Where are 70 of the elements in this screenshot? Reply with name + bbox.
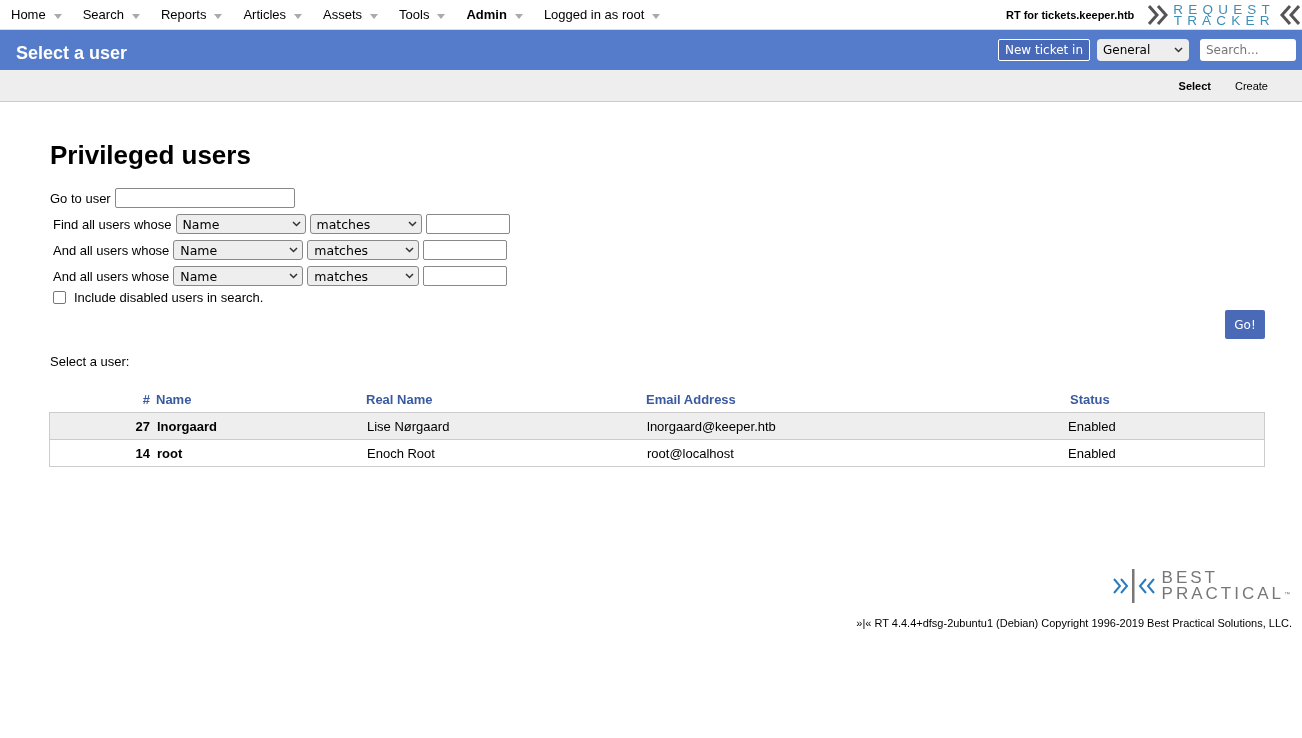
caret-icon xyxy=(131,13,140,19)
menu-item[interactable]: Articles xyxy=(243,7,312,22)
field-label: Find all users whose xyxy=(53,216,172,232)
caret-icon xyxy=(652,13,661,19)
real-name: Enoch Root xyxy=(366,445,436,461)
column-header[interactable]: Real Name xyxy=(362,391,642,407)
field-label: And all users whose xyxy=(53,242,170,258)
field-label: Go to user xyxy=(50,190,111,206)
menu-item[interactable]: Assets xyxy=(323,7,388,22)
menu-item[interactable]: Tools xyxy=(399,7,455,22)
real-name: Lise Nørgaard xyxy=(366,418,451,434)
caret-icon xyxy=(514,13,523,19)
double-chevron-left-icon xyxy=(1278,3,1300,26)
field-select[interactable]: Name xyxy=(173,240,304,260)
search-field[interactable]: Search... xyxy=(1200,39,1296,61)
user-name[interactable]: root xyxy=(153,445,363,461)
menu-item[interactable]: Home xyxy=(11,7,71,22)
chevron-icon xyxy=(1174,47,1183,53)
caret-icon xyxy=(214,13,223,19)
logo-text: BEST xyxy=(1161,570,1219,586)
caret-icon xyxy=(437,13,446,19)
user-status: Enabled xyxy=(1067,418,1117,434)
new-ticket-button[interactable]: New ticket in xyxy=(998,39,1090,61)
column-header[interactable]: Status xyxy=(1066,391,1266,407)
site-name: RT for tickets.keeper.htb xyxy=(1005,8,1135,21)
operator-select[interactable]: matches xyxy=(309,214,422,234)
column-header[interactable]: # xyxy=(49,391,152,407)
menu-item[interactable]: Search xyxy=(82,7,149,22)
checkbox-label: Include disabled users in search. xyxy=(74,290,264,305)
column-header[interactable]: Email Address xyxy=(642,391,1066,407)
checkbox[interactable] xyxy=(53,291,66,304)
double-chevron-right-icon xyxy=(1148,3,1171,26)
input-field[interactable] xyxy=(114,188,295,208)
page-menu-item[interactable]: Create xyxy=(1234,79,1268,92)
chevron-icon xyxy=(289,273,299,279)
chevron-icon xyxy=(405,247,415,253)
column-header[interactable]: Name xyxy=(152,391,362,407)
page-title: Select a user xyxy=(16,42,129,64)
go-button[interactable]: Go! xyxy=(1225,310,1265,339)
page-menu-item[interactable]: Select xyxy=(1178,79,1211,92)
input-field[interactable] xyxy=(425,214,510,234)
copyright-text: »|« RT 4.4.4+dfsg-2ubuntu1 (Debian) Copyright 1996-2019 Best Practical Solutions, LLC. xyxy=(856,617,1292,629)
caret-icon xyxy=(53,13,62,19)
input-field[interactable] xyxy=(423,266,508,286)
menu-item[interactable]: Reports xyxy=(160,7,232,22)
chevron-icon xyxy=(405,273,415,279)
section-heading: Privileged users xyxy=(50,140,252,171)
input-field[interactable] xyxy=(423,240,508,260)
chevron-icon xyxy=(407,221,417,227)
logo-text: REQUEST xyxy=(1173,3,1275,15)
email-address: root@localhost xyxy=(646,445,735,461)
menu-item[interactable]: Logged in as root xyxy=(543,7,670,22)
caret-icon xyxy=(294,13,303,19)
caret-icon xyxy=(370,13,379,19)
menu-item[interactable]: Admin xyxy=(466,7,532,22)
field-label: And all users whose xyxy=(53,268,170,284)
list-label: Select a user: xyxy=(50,354,131,369)
chevron-icon xyxy=(291,221,301,227)
field-select[interactable]: Name xyxy=(175,214,306,234)
operator-select[interactable]: matches xyxy=(307,240,420,260)
user-id[interactable]: 14 xyxy=(50,445,153,461)
user-id[interactable]: 27 xyxy=(50,418,153,434)
queue-select[interactable]: General xyxy=(1097,39,1189,61)
best-practical-mark-icon xyxy=(1111,569,1156,603)
operator-select[interactable]: matches xyxy=(307,266,420,286)
user-name[interactable]: lnorgaard xyxy=(153,418,363,434)
field-select[interactable]: Name xyxy=(173,266,304,286)
user-status: Enabled xyxy=(1067,445,1117,461)
email-address: lnorgaard@keeper.htb xyxy=(646,418,777,434)
chevron-icon xyxy=(289,247,299,253)
